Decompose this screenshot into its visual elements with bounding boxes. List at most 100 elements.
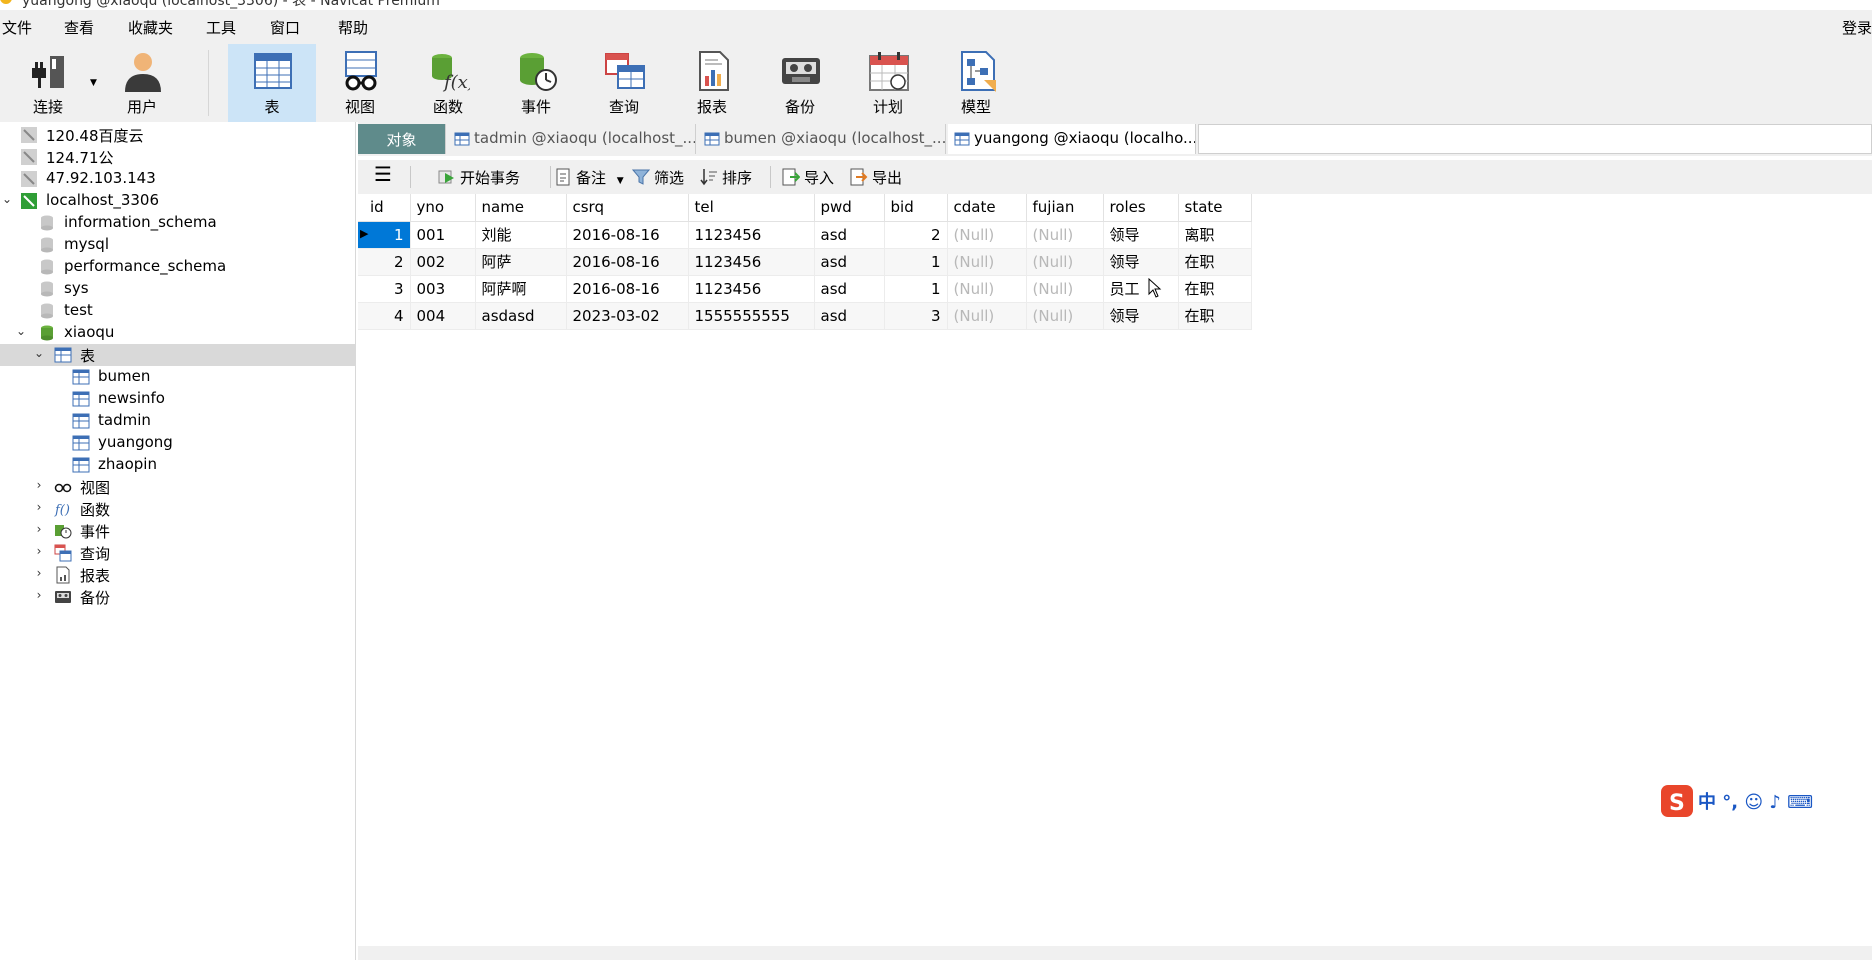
cell-csrq[interactable]: 2016-08-16	[566, 275, 689, 303]
toolbar-model-button[interactable]: 模型	[932, 44, 1020, 122]
cell-cdate[interactable]: (Null)	[947, 275, 1027, 303]
cell-roles[interactable]: 领导	[1103, 302, 1179, 330]
menu-favorites[interactable]: 收藏夹	[128, 17, 173, 38]
chevron-down-icon[interactable]: ⌄	[0, 192, 14, 206]
cell-fujian[interactable]: (Null)	[1026, 248, 1104, 276]
ime-toolbar[interactable]: S 中 °, ☺ ♪ ⌨	[1660, 784, 1872, 818]
cell-cdate[interactable]: (Null)	[947, 302, 1027, 330]
cell-bid[interactable]: 1	[884, 275, 948, 303]
column-header-fujian[interactable]: fujian	[1026, 194, 1104, 222]
tree-item-table[interactable]: newsinfo	[0, 388, 356, 410]
column-header-tel[interactable]: tel	[688, 194, 815, 222]
tree-item-backups-group[interactable]: › 备份	[0, 586, 356, 608]
cell-pwd[interactable]: asd	[814, 248, 885, 276]
cell-name[interactable]: asdasd	[475, 302, 567, 330]
table-row[interactable]: 4 004 asdasd 2023-03-02 1555555555 asd 3…	[358, 302, 1252, 330]
column-header-id[interactable]: id	[358, 194, 411, 222]
cell-tel[interactable]: 1123456	[688, 221, 815, 249]
cell-cdate[interactable]: (Null)	[947, 221, 1027, 249]
tree-item-table[interactable]: tadmin	[0, 410, 356, 432]
toolbar-function-button[interactable]: f(x) 函数	[404, 44, 492, 122]
table-row[interactable]: ▶ 1 001 刘能 2016-08-16 1123456 asd 2 (Null…	[358, 221, 1252, 249]
tree-item-table[interactable]: zhaopin	[0, 454, 356, 476]
cell-yno[interactable]: 002	[410, 248, 476, 276]
table-row[interactable]: 2 002 阿萨 2016-08-16 1123456 asd 1 (Null)…	[358, 248, 1252, 276]
tab-yuangong[interactable]: yuangong @xiaoqu (localho...	[948, 124, 1196, 154]
chevron-right-icon[interactable]: ›	[32, 500, 46, 514]
toolbar-table-button[interactable]: 表	[228, 44, 316, 122]
column-header-yno[interactable]: yno	[410, 194, 476, 222]
tree-item-connection[interactable]: 47.92.103.143	[0, 168, 356, 190]
chevron-down-icon[interactable]: ▼	[617, 176, 624, 186]
chevron-down-icon[interactable]: ⌄	[32, 346, 46, 360]
login-link[interactable]: 登录	[1842, 17, 1872, 38]
cell-name[interactable]: 刘能	[475, 221, 567, 249]
toolbar-report-button[interactable]: 报表	[668, 44, 756, 122]
toolbar-event-button[interactable]: 事件	[492, 44, 580, 122]
cell-state[interactable]: 在职	[1178, 248, 1252, 276]
chevron-right-icon[interactable]: ›	[32, 588, 46, 602]
tab-bumen[interactable]: bumen @xiaoqu (localhost_...	[698, 124, 946, 154]
tree-item-table[interactable]: bumen	[0, 366, 356, 388]
tree-item-database[interactable]: sys	[0, 278, 356, 300]
import-button[interactable]: 导入	[782, 167, 834, 188]
cell-fujian[interactable]: (Null)	[1026, 302, 1104, 330]
tree-item-reports-group[interactable]: › 报表	[0, 564, 356, 586]
cell-name[interactable]: 阿萨	[475, 248, 567, 276]
cell-id[interactable]: 2	[358, 248, 411, 276]
export-button[interactable]: 导出	[850, 167, 902, 188]
ime-status-text[interactable]: 中 °, ☺ ♪ ⌨	[1698, 788, 1813, 814]
note-button[interactable]: 备注 ▼	[554, 167, 624, 188]
menu-tools[interactable]: 工具	[206, 17, 236, 38]
cell-bid[interactable]: 2	[884, 221, 948, 249]
filter-button[interactable]: 筛选	[632, 167, 684, 188]
toolbar-schedule-button[interactable]: 计划	[844, 44, 932, 122]
tree-item-connection[interactable]: 120.48百度云	[0, 124, 356, 146]
cell-cdate[interactable]: (Null)	[947, 248, 1027, 276]
tree-item-table[interactable]: yuangong	[0, 432, 356, 454]
cell-tel[interactable]: 1123456	[688, 275, 815, 303]
toolbar-backup-button[interactable]: 备份	[756, 44, 844, 122]
column-header-state[interactable]: state	[1178, 194, 1252, 222]
column-header-csrq[interactable]: csrq	[566, 194, 689, 222]
chevron-right-icon[interactable]: ›	[32, 478, 46, 492]
cell-roles[interactable]: 员工	[1103, 275, 1179, 303]
cell-pwd[interactable]: asd	[814, 275, 885, 303]
column-header-name[interactable]: name	[475, 194, 567, 222]
tab-tadmin[interactable]: tadmin @xiaoqu (localhost_...	[448, 124, 696, 154]
tree-item-database[interactable]: performance_schema	[0, 256, 356, 278]
cell-state[interactable]: 在职	[1178, 302, 1252, 330]
tree-item-database-open[interactable]: ⌄ xiaoqu	[0, 322, 356, 344]
begin-transaction-button[interactable]: 开始事务	[438, 167, 520, 188]
cell-roles[interactable]: 领导	[1103, 221, 1179, 249]
cell-name[interactable]: 阿萨啊	[475, 275, 567, 303]
cell-pwd[interactable]: asd	[814, 221, 885, 249]
cell-tel[interactable]: 1123456	[688, 248, 815, 276]
cell-yno[interactable]: 003	[410, 275, 476, 303]
tree-item-connection[interactable]: 124.71公	[0, 146, 356, 168]
sort-button[interactable]: 排序	[700, 167, 752, 188]
tree-item-views-group[interactable]: › 视图	[0, 476, 356, 498]
tree-item-database[interactable]: mysql	[0, 234, 356, 256]
cell-fujian[interactable]: (Null)	[1026, 275, 1104, 303]
toolbar-view-button[interactable]: 视图	[316, 44, 404, 122]
column-header-bid[interactable]: bid	[884, 194, 948, 222]
column-header-pwd[interactable]: pwd	[814, 194, 885, 222]
menu-file[interactable]: 文件	[2, 17, 32, 38]
tree-item-database[interactable]: test	[0, 300, 356, 322]
cell-fujian[interactable]: (Null)	[1026, 221, 1104, 249]
tab-objects[interactable]: 对象	[358, 124, 446, 154]
cell-pwd[interactable]: asd	[814, 302, 885, 330]
cell-csrq[interactable]: 2016-08-16	[566, 248, 689, 276]
chevron-right-icon[interactable]: ›	[32, 566, 46, 580]
menu-window[interactable]: 窗口	[270, 17, 300, 38]
cell-bid[interactable]: 3	[884, 302, 948, 330]
column-header-cdate[interactable]: cdate	[947, 194, 1027, 222]
cell-tel[interactable]: 1555555555	[688, 302, 815, 330]
tree-item-events-group[interactable]: › 事件	[0, 520, 356, 542]
table-row[interactable]: 3 003 阿萨啊 2016-08-16 1123456 asd 1 (Null…	[358, 275, 1252, 303]
cell-yno[interactable]: 004	[410, 302, 476, 330]
chevron-down-icon[interactable]: ▼	[90, 78, 97, 88]
cell-csrq[interactable]: 2016-08-16	[566, 221, 689, 249]
cell-id[interactable]: 3	[358, 275, 411, 303]
